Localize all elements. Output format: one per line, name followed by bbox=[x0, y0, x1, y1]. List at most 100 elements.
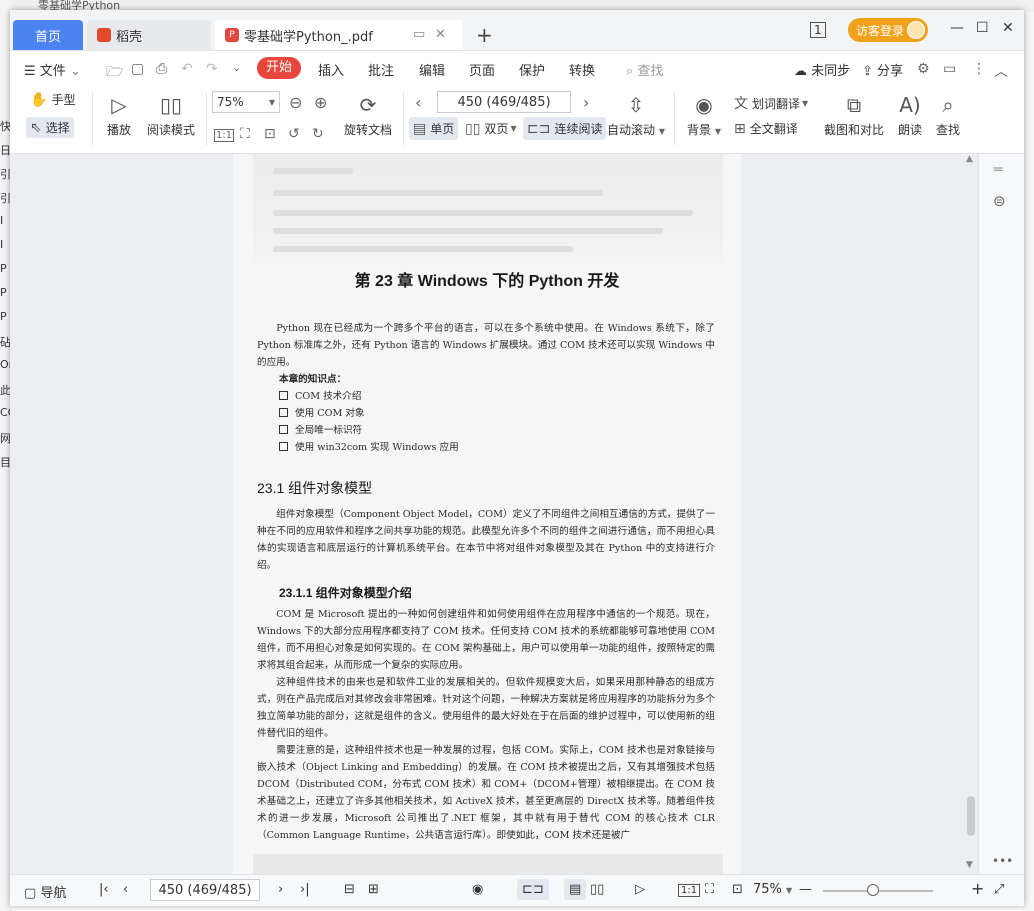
scrollbar-thumb[interactable] bbox=[967, 796, 975, 836]
background-label: 背景 bbox=[687, 123, 712, 137]
screenshot-compare-button[interactable]: ⧉ 截图和对比 bbox=[822, 93, 886, 138]
scroll-down-icon[interactable]: ▼ bbox=[966, 860, 973, 870]
next-page-icon[interactable]: › bbox=[583, 93, 589, 112]
background-button[interactable]: ◉ 背景 ▼ bbox=[684, 93, 724, 138]
back-icon[interactable]: ⊟ bbox=[344, 882, 355, 897]
bleed-through bbox=[253, 154, 723, 264]
tab-docer[interactable]: 稻壳 bbox=[87, 20, 211, 50]
menu-page[interactable]: 页面 bbox=[469, 60, 495, 79]
guest-login-button[interactable]: 访客登录 bbox=[848, 18, 928, 42]
new-tab-button[interactable]: + bbox=[476, 23, 493, 47]
fit-page-icon[interactable]: ⛶ bbox=[240, 126, 250, 142]
document-viewport[interactable]: 第 23 章 Windows 下的 Python 开发 Python 现在已经成… bbox=[10, 154, 1024, 874]
close-tab-icon[interactable]: ✕ bbox=[435, 27, 446, 42]
read-aloud-button[interactable]: A) 朗读 bbox=[896, 93, 924, 138]
menu-protect[interactable]: 保护 bbox=[519, 60, 545, 79]
chevron-down-icon: ▼ bbox=[510, 124, 517, 133]
select-tool-button[interactable]: ⇖ 选择 bbox=[26, 117, 74, 138]
previous-page-icon[interactable]: ‹ bbox=[123, 882, 128, 897]
full-translate-button[interactable]: ⊞ 全文翻译 bbox=[734, 120, 798, 137]
search-panel-icon[interactable]: ⊜ bbox=[993, 192, 1006, 210]
workspace-icon[interactable]: 1 bbox=[810, 22, 826, 38]
body-paragraph: 这种组件技术的由来也是和软件工业的发展相关的。但软件规模变大后，如果采用那种静态… bbox=[257, 677, 715, 739]
zoom-in-icon[interactable]: ⊕ bbox=[314, 93, 327, 112]
word-translate-button[interactable]: 文 划词翻译 ▼ bbox=[734, 93, 808, 113]
first-page-icon[interactable]: |‹ bbox=[99, 882, 109, 897]
menu-start[interactable]: 开始 bbox=[257, 57, 301, 79]
rotate-left-icon[interactable]: ↺ bbox=[288, 126, 300, 142]
actual-size-icon[interactable]: 1:1 bbox=[678, 884, 701, 897]
divider bbox=[674, 93, 675, 145]
auto-scroll-button[interactable]: ⇳ 自动滚动 ▼ bbox=[607, 93, 665, 138]
save-icon[interactable]: ▢ bbox=[131, 61, 144, 77]
zoom-out-icon[interactable]: — bbox=[799, 882, 812, 897]
rotate-right-icon[interactable]: ↻ bbox=[312, 126, 324, 142]
find-button[interactable]: ⌕ 查找 bbox=[934, 93, 962, 138]
vertical-scrollbar[interactable]: ▲ ▼ bbox=[965, 154, 977, 874]
print-icon[interactable]: ⎙ bbox=[156, 61, 167, 77]
file-menu[interactable]: ☰ 文件 ⌄ bbox=[24, 60, 81, 79]
menu-convert[interactable]: 转换 bbox=[569, 60, 595, 79]
forward-icon[interactable]: ⊞ bbox=[368, 882, 379, 897]
sync-status[interactable]: ☁ 未同步 bbox=[794, 60, 850, 79]
next-page-icon[interactable]: › bbox=[278, 882, 283, 897]
double-page-mode-icon[interactable]: ▯▯ bbox=[590, 882, 604, 897]
status-zoom-select[interactable]: 75% ▼ bbox=[753, 882, 792, 897]
panel-menu-icon[interactable]: ═ bbox=[994, 162, 1002, 178]
menu-edit[interactable]: 编辑 bbox=[419, 60, 445, 79]
maximize-button[interactable]: ☐ bbox=[976, 20, 989, 36]
status-page-input[interactable]: 450 (469/485) bbox=[150, 879, 260, 901]
menu-annotate[interactable]: 批注 bbox=[368, 60, 394, 79]
more-dropdown-icon[interactable]: ⌄ bbox=[232, 61, 241, 74]
open-icon[interactable]: 🗁 bbox=[106, 61, 123, 85]
zoom-select[interactable]: 75% ▼ bbox=[212, 91, 280, 113]
fullscreen-icon[interactable]: ⤢ bbox=[994, 882, 1004, 897]
more-options-icon[interactable]: ••• bbox=[992, 854, 1013, 868]
body-paragraph: COM 是 Microsoft 提出的一种如何创建组件和如何使用组件在应用程序中… bbox=[257, 609, 715, 671]
zoom-slider[interactable] bbox=[823, 884, 933, 896]
hand-tool-button[interactable]: ✋ 手型 bbox=[30, 91, 75, 108]
play-icon[interactable]: ▷ bbox=[635, 882, 645, 897]
settings-icon[interactable]: ⚙ bbox=[917, 61, 930, 77]
zoom-value: 75% bbox=[217, 95, 244, 109]
menu-search[interactable]: ⌕ 查找 bbox=[626, 60, 663, 79]
previous-page-icon[interactable]: ‹ bbox=[415, 93, 421, 112]
tab-home[interactable]: 首页 bbox=[13, 20, 83, 50]
page-number-input[interactable]: 450 (469/485) bbox=[437, 91, 571, 113]
rotate-document-button[interactable]: ⟳ 旋转文档 bbox=[342, 93, 394, 138]
minimize-button[interactable]: — bbox=[950, 20, 964, 36]
single-page-mode-icon[interactable]: ▤ bbox=[564, 879, 587, 900]
fit-width-icon[interactable]: ⊡ bbox=[732, 882, 743, 897]
double-page-button[interactable]: ▯▯ 双页 ▼ bbox=[465, 120, 517, 137]
zoom-in-icon[interactable]: + bbox=[971, 879, 984, 898]
last-page-icon[interactable]: ›| bbox=[300, 882, 310, 897]
single-page-button[interactable]: ▤ 单页 bbox=[409, 117, 459, 140]
continuous-mode-icon[interactable]: ⊏⊐ bbox=[517, 879, 549, 900]
intro-paragraph: Python 现在已经成为一个跨多个平台的语言，可以在多个系统中使用。在 Win… bbox=[257, 320, 715, 371]
comment-icon[interactable]: ▭ bbox=[943, 61, 956, 77]
actual-size-icon[interactable]: 1:1 bbox=[214, 129, 235, 142]
scroll-up-icon[interactable]: ▲ bbox=[966, 154, 973, 164]
continuous-read-button[interactable]: ⊏⊐ 连续阅读 bbox=[523, 117, 607, 140]
fit-page-icon[interactable]: ⛶ bbox=[705, 882, 714, 897]
tab-pdf-document[interactable]: P 零基础学Python_.pdf ▭ ✕ bbox=[215, 20, 463, 50]
fit-width-icon[interactable]: ⊡ bbox=[264, 126, 276, 142]
navigation-toggle[interactable]: ▢ 导航 bbox=[24, 882, 66, 901]
menu-insert[interactable]: 插入 bbox=[318, 60, 344, 79]
chevron-down-icon: ⌄ bbox=[69, 64, 81, 79]
more-icon[interactable]: ⋮ bbox=[972, 61, 986, 77]
zoom-out-icon[interactable]: ⊖ bbox=[289, 93, 302, 112]
share-button[interactable]: ⇪ 分享 bbox=[862, 60, 903, 79]
eye-protect-icon[interactable]: ◉ bbox=[472, 882, 483, 897]
undo-icon[interactable]: ↶ bbox=[181, 61, 193, 77]
redo-icon[interactable]: ↷ bbox=[206, 61, 218, 77]
read-mode-button[interactable]: ▯▯ 阅读模式 bbox=[145, 93, 197, 138]
close-window-button[interactable]: ✕ bbox=[1002, 20, 1014, 36]
float-window-icon[interactable]: ▭ bbox=[413, 27, 425, 42]
zoom-slider-knob[interactable] bbox=[866, 884, 879, 896]
play-button[interactable]: ▷ 播放 bbox=[104, 93, 134, 138]
wps-pdf-window: 首页 稻壳 P 零基础学Python_.pdf ▭ ✕ + 1 访客登录 — ☐… bbox=[10, 10, 1024, 906]
collapse-ribbon-icon[interactable]: ︿ bbox=[994, 61, 1008, 81]
tab-docer-label: 稻壳 bbox=[116, 29, 143, 45]
read-mode-label: 阅读模式 bbox=[146, 123, 195, 137]
